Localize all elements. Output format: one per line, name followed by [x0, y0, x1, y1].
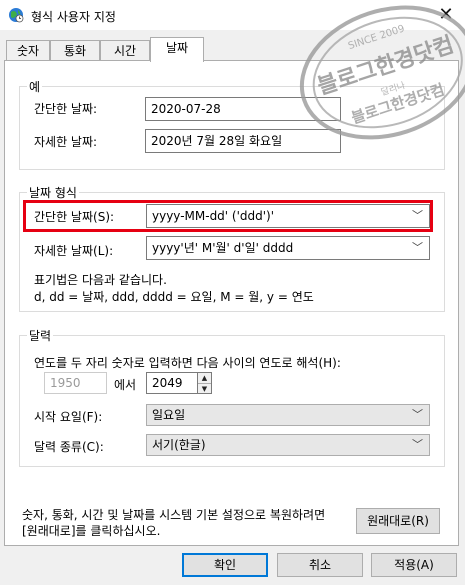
tab-currency[interactable]: 통화 [50, 40, 100, 61]
chevron-down-icon: ﹀ [412, 241, 423, 254]
long-date-format-label: 자세한 날짜(L): [34, 244, 114, 258]
reset-description-line-1: 숫자, 통화, 시간 및 날짜를 시스템 기본 설정으로 복원하려면 [22, 508, 326, 522]
highlight-box [23, 200, 433, 232]
long-date-format-combo[interactable]: yyyy'년' M'월' d'일' dddd ﹀ [146, 236, 430, 260]
reset-description-line-2: [원래대로]를 클릭하십시오. [22, 524, 161, 538]
calendar-group-label: 달력 [27, 327, 54, 344]
chevron-down-icon: ﹀ [412, 408, 423, 421]
notation-line-1: 표기법은 다음과 같습니다. [34, 273, 167, 287]
tab-label: 통화 [63, 44, 87, 58]
calendar-type-combo[interactable]: 서기(한글) ﹀ [146, 434, 430, 456]
long-date-format-value: yyyy'년' M'월' d'일' dddd [152, 241, 294, 255]
year-to-field[interactable]: 2049 [146, 372, 198, 394]
globe-clock-icon [9, 8, 24, 23]
first-day-value: 일요일 [152, 408, 186, 422]
long-date-example-label: 자세한 날짜: [34, 135, 98, 149]
spin-down-icon[interactable]: ▼ [198, 383, 211, 394]
spin-up-icon[interactable]: ▲ [198, 373, 211, 383]
short-date-example-field: 2020-07-28 [145, 97, 341, 121]
example-group-label: 예 [27, 78, 43, 95]
long-date-example-field: 2020년 7월 28일 화요일 [145, 129, 341, 153]
tab-label: 숫자 [16, 44, 40, 58]
short-date-example-label: 간단한 날짜: [34, 102, 98, 116]
first-day-label: 시작 요일(F): [34, 410, 103, 424]
calendar-type-label: 달력 종류(C): [34, 440, 104, 454]
first-day-combo[interactable]: 일요일 ﹀ [146, 404, 430, 426]
tab-time[interactable]: 시간 [100, 40, 150, 61]
two-digit-year-label: 연도를 두 자리 숫자로 입력하면 다음 사이의 연도로 해석(H): [34, 356, 341, 370]
calendar-type-value: 서기(한글) [152, 438, 206, 452]
tab-date[interactable]: 날짜 [150, 37, 204, 62]
year-from-field: 1950 [44, 372, 107, 394]
tab-number[interactable]: 숫자 [6, 40, 50, 61]
cancel-button[interactable]: 취소 [277, 553, 363, 577]
notation-line-2: d, dd = 날짜, ddd, dddd = 요일, M = 월, y = 연… [34, 290, 314, 304]
close-icon: ✕ [438, 4, 454, 25]
title-bar: 형식 사용자 지정 ✕ [0, 0, 465, 30]
close-button[interactable]: ✕ [430, 3, 462, 27]
tab-label: 시간 [113, 44, 137, 58]
ok-button[interactable]: 확인 [182, 553, 268, 577]
tab-label: 날짜 [165, 41, 189, 55]
date-format-group-label: 날짜 형식 [27, 184, 79, 201]
reset-button[interactable]: 원래대로(R) [356, 508, 440, 534]
year-spinner[interactable]: ▲ ▼ [197, 372, 212, 394]
window-title: 형식 사용자 지정 [31, 10, 116, 24]
apply-button[interactable]: 적용(A) [371, 553, 457, 577]
chevron-down-icon: ﹀ [412, 438, 423, 451]
between-label: 에서 [114, 378, 137, 392]
